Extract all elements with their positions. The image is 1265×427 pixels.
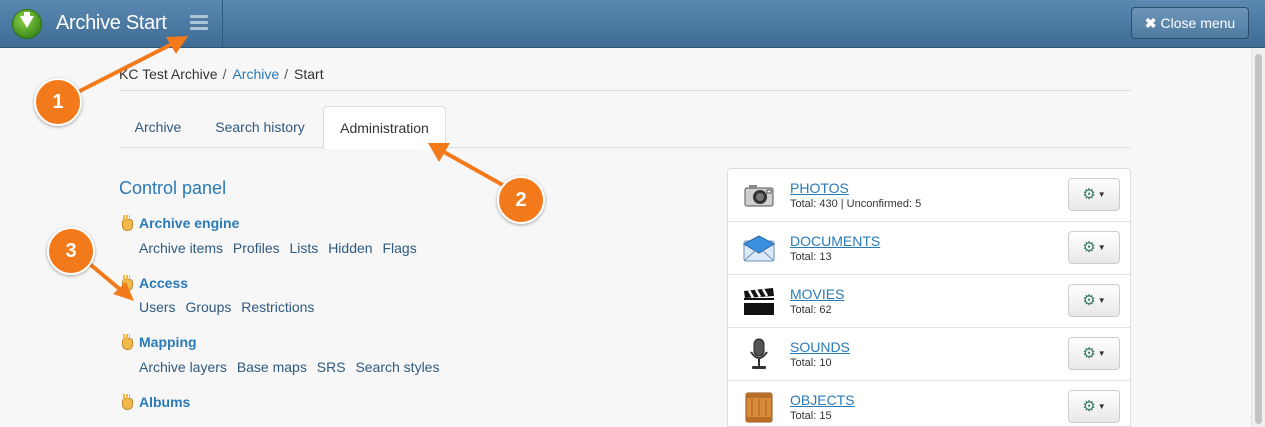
link-archive-layers[interactable]: Archive layers <box>139 359 227 375</box>
tab-archive[interactable]: Archive <box>119 106 197 148</box>
collection-actions-button[interactable]: ⚙ ▼ <box>1068 390 1120 423</box>
section-albums[interactable]: Albums <box>121 394 190 410</box>
link-base-maps[interactable]: Base maps <box>237 359 307 375</box>
caret-down-icon: ▼ <box>1097 296 1106 305</box>
collection-name[interactable]: PHOTOS <box>790 180 849 196</box>
breadcrumb-separator: / <box>284 66 289 82</box>
link-users[interactable]: Users <box>139 299 176 315</box>
collections-panel: PHOTOS Total: 430 | Unconfirmed: 5 ⚙ ▼ DO… <box>727 168 1131 427</box>
archive-engine-links: Archive items Profiles Lists Hidden Flag… <box>139 240 423 256</box>
collection-meta: Total: 62 <box>790 304 832 316</box>
tab-search-history[interactable]: Search history <box>201 106 319 148</box>
breadcrumb-root: KC Test Archive <box>119 66 218 82</box>
link-lists[interactable]: Lists <box>290 240 319 256</box>
tab-administration[interactable]: Administration <box>323 106 446 149</box>
collection-row-movies: MOVIES Total: 62 ⚙ ▼ <box>728 275 1130 328</box>
hand-icon <box>121 215 133 231</box>
link-search-styles[interactable]: Search styles <box>355 359 439 375</box>
microphone-icon <box>750 338 768 369</box>
section-mapping[interactable]: Mapping <box>121 334 197 350</box>
gear-icon: ⚙ <box>1082 398 1096 415</box>
section-title: Albums <box>139 394 191 410</box>
breadcrumb-link-archive[interactable]: Archive <box>232 66 279 82</box>
breadcrumb-current: Start <box>294 66 324 82</box>
callout-arrow-2 <box>428 143 509 190</box>
collection-name[interactable]: DOCUMENTS <box>790 233 880 249</box>
camera-icon <box>744 185 774 207</box>
collection-meta: Total: 430 | Unconfirmed: 5 <box>790 198 922 210</box>
gear-icon: ⚙ <box>1082 239 1096 256</box>
breadcrumb: KC Test Archive / Archive / Start <box>119 66 324 82</box>
top-bar: Archive Start ✖ Close menu <box>0 0 1265 48</box>
mapping-links: Archive layers Base maps SRS Search styl… <box>139 359 445 375</box>
section-archive-engine[interactable]: Archive engine <box>121 215 239 231</box>
link-flags[interactable]: Flags <box>382 240 416 256</box>
collection-actions-button[interactable]: ⚙ ▼ <box>1068 337 1120 370</box>
collection-actions-button[interactable]: ⚙ ▼ <box>1068 284 1120 317</box>
tab-bar: Archive Search history Administration <box>119 106 1131 149</box>
callout-badge-1: 1 <box>34 78 82 126</box>
gear-icon: ⚙ <box>1082 345 1096 362</box>
caret-down-icon: ▼ <box>1097 349 1106 358</box>
link-hidden[interactable]: Hidden <box>328 240 372 256</box>
collection-actions-button[interactable]: ⚙ ▼ <box>1068 178 1120 211</box>
collection-meta: Total: 15 <box>790 410 832 422</box>
hand-icon <box>121 334 133 350</box>
access-links: Users Groups Restrictions <box>139 299 320 315</box>
scroll-thumb[interactable] <box>1255 54 1262 424</box>
caret-down-icon: ▼ <box>1097 190 1106 199</box>
link-profiles[interactable]: Profiles <box>233 240 280 256</box>
collection-meta: Total: 10 <box>790 357 832 369</box>
caret-down-icon: ▼ <box>1097 402 1106 411</box>
breadcrumb-separator: / <box>222 66 227 82</box>
top-divider <box>222 0 223 48</box>
collection-row-objects: OBJECTS Total: 15 ⚙ ▼ <box>728 381 1130 426</box>
archive-logo-icon[interactable] <box>12 9 42 39</box>
clapperboard-icon <box>744 288 774 315</box>
link-restrictions[interactable]: Restrictions <box>241 299 314 315</box>
collection-name[interactable]: SOUNDS <box>790 339 850 355</box>
gear-icon: ⚙ <box>1082 292 1096 309</box>
link-srs[interactable]: SRS <box>317 359 346 375</box>
collection-name[interactable]: OBJECTS <box>790 392 855 408</box>
hand-icon <box>121 275 133 291</box>
gear-icon: ⚙ <box>1082 186 1096 203</box>
vertical-scrollbar[interactable] <box>1251 48 1265 427</box>
crate-icon <box>745 392 773 423</box>
callout-badge-2: 2 <box>497 176 545 224</box>
link-archive-items[interactable]: Archive items <box>139 240 223 256</box>
section-title: Archive engine <box>139 215 240 231</box>
section-access[interactable]: Access <box>121 275 188 291</box>
collection-row-photos: PHOTOS Total: 430 | Unconfirmed: 5 ⚙ ▼ <box>728 169 1130 222</box>
close-menu-button[interactable]: ✖ Close menu <box>1131 7 1249 39</box>
app-title: Archive Start <box>56 12 167 34</box>
collection-row-documents: DOCUMENTS Total: 13 ⚙ ▼ <box>728 222 1130 275</box>
collection-actions-button[interactable]: ⚙ ▼ <box>1068 231 1120 264</box>
collection-row-sounds: SOUNDS Total: 10 ⚙ ▼ <box>728 328 1130 381</box>
close-menu-label: Close menu <box>1160 15 1236 31</box>
section-title: Access <box>139 275 189 291</box>
control-panel-title: Control panel <box>119 178 227 198</box>
breadcrumb-divider <box>119 90 1131 91</box>
hand-icon <box>121 394 133 410</box>
section-title: Mapping <box>139 334 197 350</box>
close-icon: ✖ <box>1144 15 1157 31</box>
callout-badge-3: 3 <box>47 227 95 275</box>
caret-down-icon: ▼ <box>1097 243 1106 252</box>
link-groups[interactable]: Groups <box>185 299 231 315</box>
envelope-icon <box>743 235 775 262</box>
collection-meta: Total: 13 <box>790 251 832 263</box>
hamburger-menu-icon[interactable] <box>190 15 208 31</box>
collection-name[interactable]: MOVIES <box>790 286 844 302</box>
